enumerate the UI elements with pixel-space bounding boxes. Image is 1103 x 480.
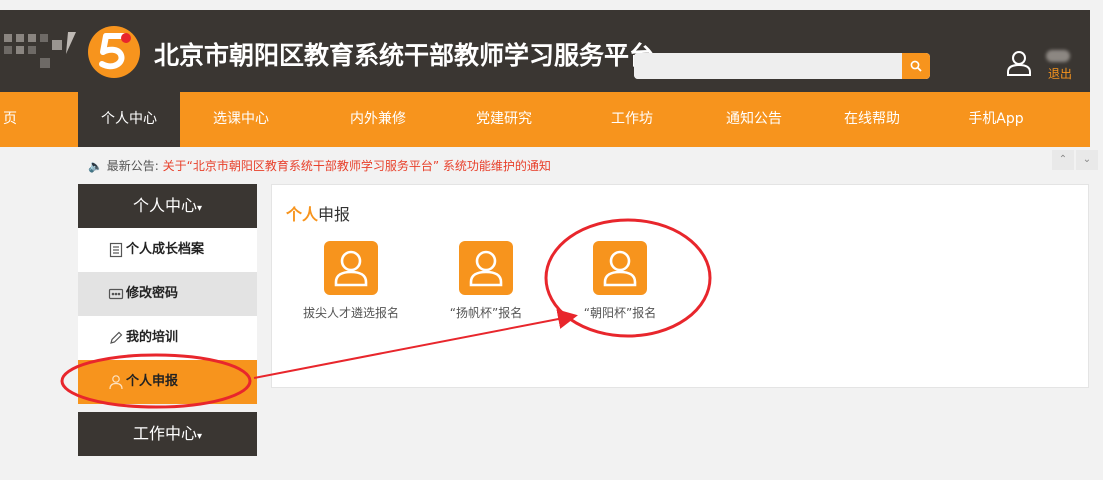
application-card-label: “扬帆杯”报名	[449, 306, 523, 320]
decorative-squares-icon	[4, 32, 76, 68]
sidebar-section-personal-center[interactable]: 个人中心▾	[78, 184, 257, 228]
sidebar-item-label: 个人成长档案	[126, 242, 205, 257]
nav-item-online-help[interactable]: 在线帮助	[822, 92, 922, 147]
application-card-yangfan-cup[interactable]: “扬帆杯”报名	[431, 241, 541, 323]
nav-item-personal-center[interactable]: 个人中心	[78, 92, 180, 147]
site-header: 北京市朝阳区教育系统干部教师学习服务平台 退出	[0, 10, 1090, 92]
user-icon	[469, 250, 503, 287]
platform-logo[interactable]	[86, 24, 142, 80]
pencil-icon	[110, 331, 123, 344]
announcement-bar: 🔈 最新公告: 关于“北京市朝阳区教育系统干部教师学习服务平台” 系统功能维护的…	[88, 157, 551, 174]
sidebar-item-label: 个人申报	[126, 374, 179, 389]
user-icon	[603, 250, 637, 287]
search-input[interactable]	[634, 53, 902, 79]
document-icon	[109, 242, 123, 258]
application-card-label: “朝阳杯”报名	[583, 306, 657, 320]
sidebar-section-title: 个人中心	[132, 196, 197, 215]
username-blurred	[1046, 50, 1070, 62]
nav-item-notices[interactable]: 通知公告	[704, 92, 804, 147]
application-card-icon	[459, 241, 513, 295]
sidebar-item-my-training[interactable]: 我的培训	[78, 316, 257, 360]
caret-down-icon: ▾	[196, 431, 203, 442]
page-title-rest: 申报	[318, 205, 351, 224]
user-icon[interactable]	[1006, 50, 1032, 76]
announcement-link[interactable]: 关于“北京市朝阳区教育系统干部教师学习服务平台” 系统功能维护的通知	[163, 159, 551, 173]
search-icon	[910, 60, 922, 72]
announcement-label: 最新公告:	[106, 159, 159, 173]
search-button[interactable]	[902, 53, 930, 79]
sidebar-item-growth-record[interactable]: 个人成长档案	[78, 228, 257, 272]
page-title: 个人申报	[286, 201, 350, 225]
chevron-up-icon[interactable]: ⌃	[1052, 150, 1074, 170]
search-box	[634, 53, 930, 79]
nav-item-party-research[interactable]: 党建研究	[454, 92, 554, 147]
speaker-icon: 🔈	[88, 159, 103, 173]
site-title: 北京市朝阳区教育系统干部教师学习服务平台	[154, 41, 655, 70]
nav-item-course-center[interactable]: 选课中心	[196, 92, 286, 147]
application-card-icon	[593, 241, 647, 295]
sidebar-item-personal-application[interactable]: 个人申报	[78, 360, 257, 404]
password-icon	[108, 288, 124, 300]
sidebar-section-work-center[interactable]: 工作中心▾	[78, 412, 257, 456]
user-icon	[109, 375, 123, 390]
nav-item-home[interactable]: 页	[0, 92, 20, 147]
user-icon	[334, 250, 368, 287]
page-title-highlight: 个人	[286, 205, 319, 224]
chevron-down-icon[interactable]: ⌄	[1076, 150, 1098, 170]
sidebar-section-title: 工作中心	[132, 424, 197, 443]
application-card-top-talent[interactable]: 拔尖人才遴选报名	[296, 241, 406, 323]
main-nav: 页 个人中心 选课中心 内外兼修 党建研究 工作坊 通知公告 在线帮助 手机Ap…	[0, 92, 1090, 147]
main-panel: 个人申报 拔尖人才遴选报名 “扬帆杯”报名 “朝阳杯”报名	[271, 184, 1089, 388]
caret-down-icon: ▾	[196, 203, 203, 214]
nav-item-mobile-app[interactable]: 手机App	[946, 92, 1046, 147]
logout-link[interactable]: 退出	[1048, 65, 1072, 82]
nav-item-inner-outer[interactable]: 内外兼修	[328, 92, 428, 147]
sidebar-item-change-password[interactable]: 修改密码	[78, 272, 257, 316]
sidebar-item-label: 修改密码	[126, 286, 179, 301]
application-card-chaoyang-cup[interactable]: “朝阳杯”报名	[565, 241, 675, 323]
application-card-label: 拔尖人才遴选报名	[302, 306, 399, 320]
nav-item-workshop[interactable]: 工作坊	[592, 92, 672, 147]
sidebar-item-label: 我的培训	[126, 330, 179, 345]
application-card-icon	[324, 241, 378, 295]
